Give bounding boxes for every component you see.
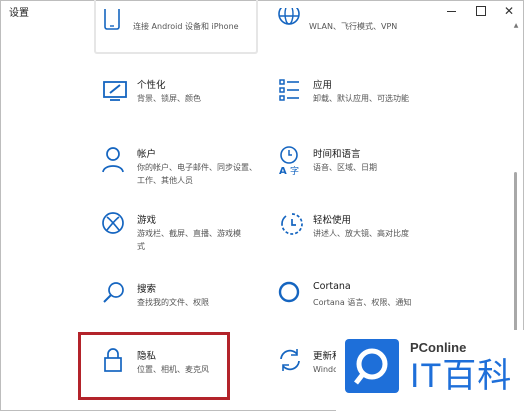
personalization-icon xyxy=(101,76,131,106)
window-title: 设置 xyxy=(9,8,29,19)
close-icon: ✕ xyxy=(503,4,515,18)
scroll-up-arrow-icon[interactable]: ▲ xyxy=(512,22,520,30)
tile-gaming-desc-line1: 游戏栏、截屏、直播、游戏模 xyxy=(137,229,241,238)
apps-icon xyxy=(277,76,307,106)
tile-apps-name: 应用 xyxy=(313,80,333,91)
network-tile-desc: WLAN、飞行模式、VPN xyxy=(309,22,398,31)
watermark-big-text: IT百科 xyxy=(410,357,513,395)
tile-search-desc: 查找我的文件、权限 xyxy=(137,298,209,307)
tile-accounts-desc-line1: 你的帐户、电子邮件、同步设置、 xyxy=(137,163,257,172)
minimize-button[interactable] xyxy=(436,1,466,21)
phone-tile-desc: 连接 Android 设备和 iPhone xyxy=(133,22,239,31)
tile-update-security-desc: Windo xyxy=(313,365,338,374)
globe-icon-partial xyxy=(277,3,301,32)
tile-gaming-name: 游戏 xyxy=(137,215,157,226)
tile-personalization-name: 个性化 xyxy=(137,80,166,91)
xbox-icon xyxy=(101,211,131,241)
tile-apps-desc: 卸载、默认应用、可选功能 xyxy=(313,94,409,103)
tile-gaming-desc-line2: 式 xyxy=(137,242,145,251)
svg-text:A: A xyxy=(279,166,287,175)
tile-gaming[interactable]: 游戏 游戏栏、截屏、直播、游戏模 式 xyxy=(101,211,291,271)
tile-ease-of-access-name: 轻松使用 xyxy=(313,215,352,226)
tile-ease-of-access-desc: 讲述人、放大镜、高对比度 xyxy=(313,229,409,238)
tile-ease-of-access[interactable]: 轻松使用 讲述人、放大镜、高对比度 xyxy=(277,211,467,271)
search-icon xyxy=(101,280,131,310)
tile-time-language-desc: 语音、区域、日期 xyxy=(313,163,377,172)
tile-search[interactable]: 搜索 查找我的文件、权限 xyxy=(101,280,291,340)
account-icon xyxy=(101,145,131,175)
tile-apps[interactable]: 应用 卸载、默认应用、可选功能 xyxy=(277,76,467,136)
tile-accounts-name: 帐户 xyxy=(137,149,157,160)
ease-of-access-icon xyxy=(277,211,307,241)
tile-cortana-name: Cortana xyxy=(313,281,351,292)
maximize-icon xyxy=(476,6,486,16)
title-bar: 设置 ✕ xyxy=(0,0,524,22)
tile-search-name: 搜索 xyxy=(137,284,157,295)
tile-personalization[interactable]: 个性化 背景、锁屏、颜色 xyxy=(101,76,291,136)
tile-time-language[interactable]: A字 时间和语言 语音、区域、日期 xyxy=(277,145,467,205)
tile-accounts-desc-line2: 工作、其他人员 xyxy=(137,176,193,185)
tile-time-language-name: 时间和语言 xyxy=(313,149,361,160)
pconline-logo-icon xyxy=(345,339,399,393)
cortana-icon xyxy=(277,280,307,310)
tile-cortana-desc: Cortana 语言、权限、通知 xyxy=(313,298,412,307)
tile-accounts[interactable]: 帐户 你的帐户、电子邮件、同步设置、 工作、其他人员 xyxy=(101,145,291,205)
tile-personalization-desc: 背景、锁屏、颜色 xyxy=(137,94,201,103)
minimize-icon xyxy=(446,10,456,12)
privacy-highlight-box xyxy=(78,332,230,400)
update-icon xyxy=(277,347,307,377)
maximize-button[interactable] xyxy=(466,1,496,21)
phone-icon-partial xyxy=(104,2,120,31)
watermark-brand: PConline xyxy=(410,340,467,355)
time-language-icon: A字 xyxy=(277,145,307,177)
close-button[interactable]: ✕ xyxy=(494,1,524,21)
svg-text:字: 字 xyxy=(290,165,299,175)
